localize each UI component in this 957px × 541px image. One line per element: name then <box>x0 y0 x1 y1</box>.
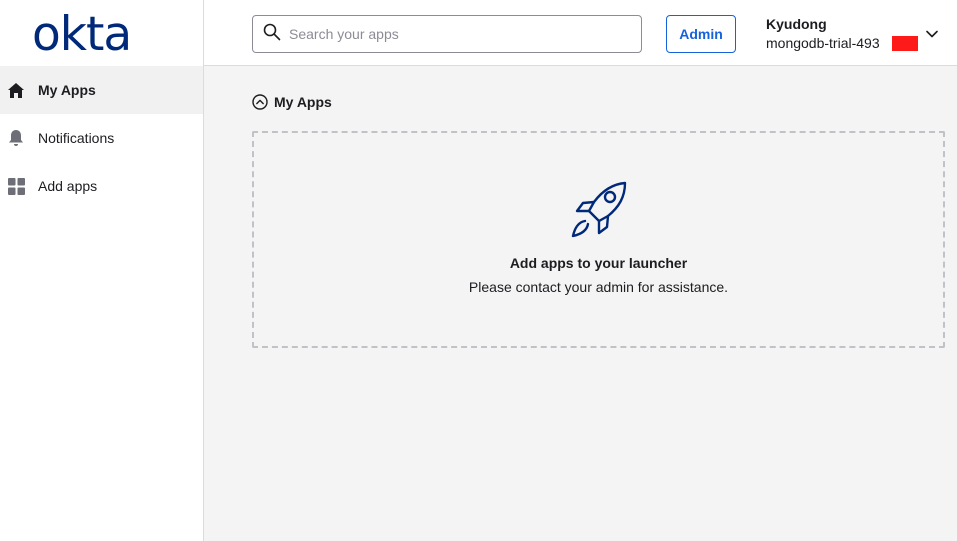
chevron-down-icon[interactable] <box>926 25 938 43</box>
sidebar-item-notifications[interactable]: Notifications <box>0 114 203 162</box>
chevron-up-circle-icon[interactable] <box>252 94 268 110</box>
rocket-icon <box>569 181 631 246</box>
sidebar-item-my-apps[interactable]: My Apps <box>0 66 203 114</box>
bell-icon <box>6 128 26 148</box>
search-icon <box>263 23 281 46</box>
search-input[interactable] <box>289 17 641 51</box>
user-org-text: mongodb-trial-493 <box>766 35 880 51</box>
main-content: My Apps Add apps to your launcher Please… <box>204 66 957 541</box>
sidebar-item-label: My Apps <box>38 82 96 98</box>
user-menu[interactable]: Kyudong mongodb-trial-493 <box>766 15 956 55</box>
admin-button[interactable]: Admin <box>666 15 736 53</box>
sidebar-item-add-apps[interactable]: Add apps <box>0 162 203 210</box>
home-icon <box>6 80 26 100</box>
section-header-my-apps[interactable]: My Apps <box>252 94 332 110</box>
logo-text: okta <box>32 7 132 62</box>
sidebar-item-label: Add apps <box>38 178 98 194</box>
section-title: My Apps <box>274 94 332 110</box>
empty-state-subtitle: Please contact your admin for assistance… <box>468 279 729 295</box>
grid-icon <box>6 176 26 196</box>
empty-state-title: Add apps to your launcher <box>509 255 688 271</box>
redaction-mark <box>892 36 918 51</box>
sidebar-nav: My Apps Notifications Add apps <box>0 66 203 210</box>
okta-logo[interactable]: okta <box>32 11 132 58</box>
sidebar: okta My Apps Notifications Add apps <box>0 0 204 541</box>
search-box[interactable] <box>252 15 642 53</box>
top-header: Admin Kyudong mongodb-trial-493 <box>204 0 957 66</box>
sidebar-item-label: Notifications <box>38 130 115 146</box>
empty-state-dropzone: Add apps to your launcher Please contact… <box>252 131 945 348</box>
